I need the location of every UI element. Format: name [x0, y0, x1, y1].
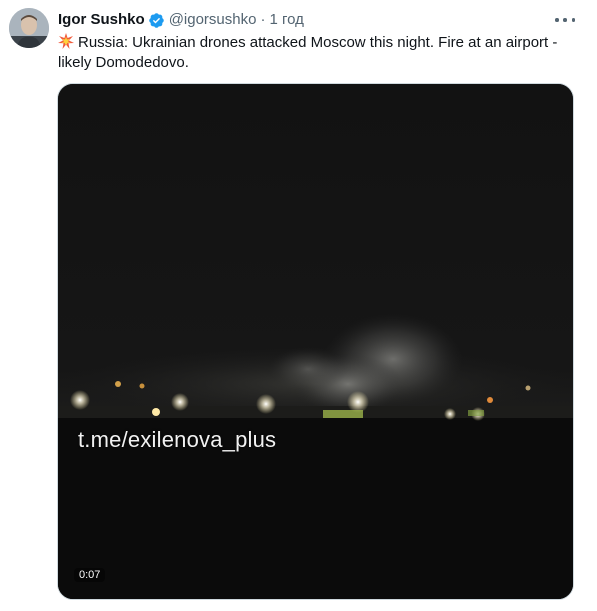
more-options-icon[interactable] — [555, 12, 575, 28]
more-dot — [555, 18, 559, 22]
video-frame — [58, 84, 573, 599]
avatar[interactable] — [9, 8, 49, 48]
tweet-header: Igor Sushko @igorsushko · 1 год — [58, 10, 304, 30]
collision-emoji-icon — [58, 33, 74, 49]
video-duration: 0:07 — [74, 568, 106, 582]
separator-dot: · — [260, 11, 266, 28]
author-name[interactable]: Igor Sushko — [58, 10, 145, 30]
more-dot — [563, 18, 567, 22]
more-dot — [571, 18, 575, 22]
video-player[interactable]: t.me/exilenova_plus 0:07 — [57, 83, 574, 600]
tweet-card[interactable]: Igor Sushko @igorsushko · 1 год Russia: … — [0, 0, 597, 611]
verified-badge-icon — [148, 12, 165, 29]
tweet-timestamp[interactable]: 1 год — [269, 10, 303, 30]
tweet-text: Russia: Ukrainian drones attacked Moscow… — [58, 33, 578, 73]
author-handle[interactable]: @igorsushko — [169, 10, 257, 30]
tweet-body: Russia: Ukrainian drones attacked Moscow… — [58, 34, 558, 71]
video-watermark: t.me/exilenova_plus — [78, 427, 277, 452]
